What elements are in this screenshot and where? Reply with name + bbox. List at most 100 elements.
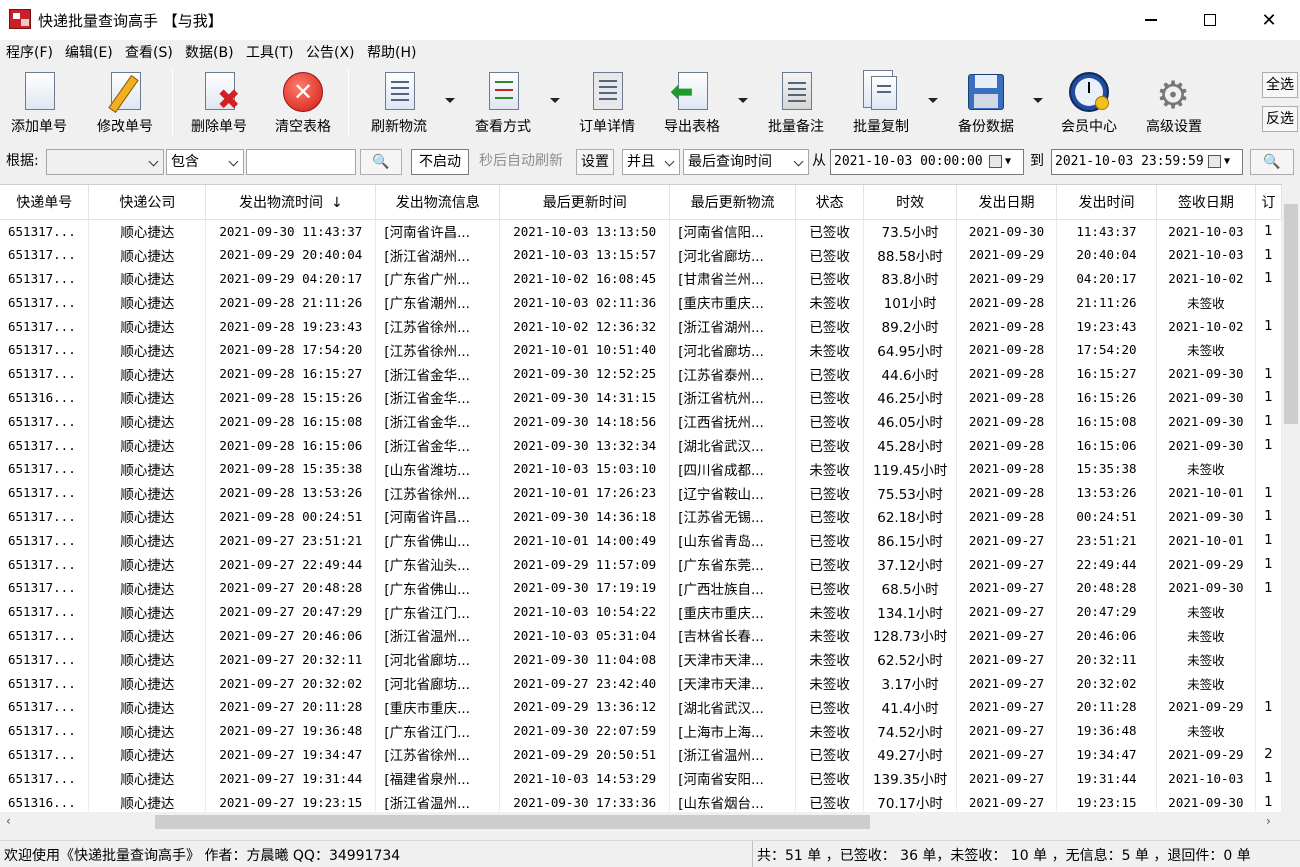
maximize-button[interactable]: [1181, 0, 1239, 40]
table-row[interactable]: 651317... 顺心捷达 2021-09-27 19:36:48 [广东省江门..…: [0, 718, 1282, 743]
table-cell: [广东省汕头...: [375, 552, 501, 576]
minimize-button[interactable]: [1122, 0, 1180, 40]
table-row[interactable]: 651317... 顺心捷达 2021-09-28 00:24:51 [河南省许昌..…: [0, 504, 1282, 529]
table-row[interactable]: 651317... 顺心捷达 2021-09-27 20:11:28 [重庆市重庆..…: [0, 694, 1282, 719]
table-row[interactable]: 651317... 顺心捷达 2021-09-27 22:49:44 [广东省汕头..…: [0, 552, 1282, 576]
table-cell: 651317...: [0, 456, 90, 481]
column-header[interactable]: 状态: [795, 185, 865, 220]
advanced-settings-button[interactable]: ⚙ 高级设置: [1138, 68, 1210, 138]
batch-copy-button[interactable]: 批量复制: [845, 68, 917, 138]
table-row[interactable]: 651317... 顺心捷达 2021-09-28 16:15:27 [浙江省金华..…: [0, 361, 1282, 386]
table-row[interactable]: 651317... 顺心捷达 2021-09-27 19:31:44 [福建省泉州..…: [0, 766, 1282, 791]
column-header[interactable]: 快递单号: [0, 185, 90, 220]
table-cell: 未签收: [1156, 671, 1256, 695]
table-cell: [浙江省金华...: [375, 433, 501, 457]
table-row[interactable]: 651317... 顺心捷达 2021-09-27 23:51:21 [广东省佛山..…: [0, 528, 1282, 553]
table-row[interactable]: 651317... 顺心捷达 2021-09-27 19:34:47 [江苏省徐州..…: [0, 742, 1282, 767]
menu-edit[interactable]: 编辑(E): [65, 42, 113, 62]
order-detail-button[interactable]: 订单详情: [572, 68, 642, 138]
view-mode-button[interactable]: 查看方式: [466, 68, 540, 138]
sort-descending-icon[interactable]: ↓: [331, 195, 343, 211]
table-row[interactable]: 651317... 顺心捷达 2021-09-29 04:20:17 [广东省广州..…: [0, 266, 1282, 291]
search-button[interactable]: 🔍: [1250, 149, 1294, 175]
keyword-input[interactable]: [246, 149, 356, 175]
table-row[interactable]: 651317... 顺心捷达 2021-09-27 20:47:29 [广东省江门..…: [0, 599, 1282, 624]
menu-tools[interactable]: 工具(T): [246, 42, 293, 62]
table-row[interactable]: 651317... 顺心捷达 2021-09-28 17:54:20 [江苏省徐州..…: [0, 337, 1282, 362]
menu-help[interactable]: 帮助(H): [367, 42, 416, 62]
export-table-button[interactable]: ⬅ 导出表格: [656, 68, 728, 138]
table-row[interactable]: 651316... 顺心捷达 2021-09-28 15:15:26 [浙江省金华..…: [0, 385, 1282, 410]
menu-notice[interactable]: 公告(X): [306, 42, 355, 62]
table-row[interactable]: 651317... 顺心捷达 2021-09-28 16:15:08 [浙江省金华..…: [0, 409, 1282, 434]
search-keyword-button[interactable]: 🔍: [360, 149, 402, 175]
column-header[interactable]: 最后更新物流: [669, 185, 797, 220]
column-header[interactable]: 发出日期: [956, 185, 1058, 220]
select-all-button[interactable]: 全选: [1262, 72, 1298, 98]
clear-table-button[interactable]: ✕ 清空表格: [268, 68, 338, 138]
settings-button[interactable]: 设置: [576, 149, 614, 175]
table-cell: [湖北省武汉...: [669, 694, 797, 719]
table-row[interactable]: 651317... 顺心捷达 2021-09-28 15:35:38 [山东省潍坊..…: [0, 456, 1282, 481]
time-field-select[interactable]: 最后查询时间: [683, 149, 809, 175]
table-cell: 2021-09-30: [1156, 575, 1256, 600]
invert-selection-button[interactable]: 反选: [1262, 106, 1298, 132]
refresh-logistics-button[interactable]: 刷新物流: [362, 68, 436, 138]
member-center-button[interactable]: 会员中心: [1054, 68, 1124, 138]
view-mode-dropdown-icon[interactable]: [550, 98, 560, 103]
auto-refresh-interval-button[interactable]: 不启动: [411, 149, 469, 175]
batch-copy-dropdown-icon[interactable]: [928, 98, 938, 103]
column-header[interactable]: 发出物流时间 ↓: [205, 185, 377, 220]
menu-view[interactable]: 查看(S): [125, 42, 173, 62]
backup-data-button[interactable]: 备份数据: [950, 68, 1022, 138]
column-header-label: 时效: [896, 194, 925, 211]
menu-data[interactable]: 数据(B): [185, 42, 234, 62]
batch-note-button[interactable]: 批量备注: [760, 68, 832, 138]
table-row[interactable]: 651317... 顺心捷达 2021-09-28 19:23:43 [江苏省徐州..…: [0, 314, 1282, 338]
edit-number-button[interactable]: 修改单号: [88, 68, 162, 138]
scroll-left-icon[interactable]: ‹: [6, 814, 11, 828]
from-date-picker[interactable]: 2021-10-03 00:00:00 ▼: [830, 149, 1024, 175]
to-date-picker[interactable]: 2021-10-03 23:59:59 ▼: [1051, 149, 1243, 175]
horizontal-scrollbar[interactable]: ‹ ›: [0, 812, 1282, 832]
table-cell: 2021-09-27: [956, 790, 1058, 812]
table-cell: 651317...: [0, 671, 90, 695]
table-cell: 2021-09-28: [956, 385, 1058, 410]
table-row[interactable]: 651317... 顺心捷达 2021-09-27 20:46:06 [浙江省温州..…: [0, 623, 1282, 648]
column-header[interactable]: 发出时间: [1056, 185, 1157, 220]
logic-select[interactable]: 并且: [622, 149, 680, 175]
table-row[interactable]: 651317... 顺心捷达 2021-09-29 20:40:04 [浙江省湖州..…: [0, 242, 1282, 267]
app-logo-icon: [9, 9, 31, 29]
export-dropdown-icon[interactable]: [738, 98, 748, 103]
vertical-scroll-thumb[interactable]: [1284, 204, 1298, 424]
column-header[interactable]: 最后更新时间: [499, 185, 671, 220]
close-button[interactable]: ✕: [1240, 0, 1298, 40]
column-header[interactable]: 订: [1255, 185, 1282, 220]
table-row[interactable]: 651317... 顺心捷达 2021-09-28 13:53:26 [江苏省徐州..…: [0, 480, 1282, 505]
column-header[interactable]: 时效: [863, 185, 958, 220]
column-header[interactable]: 签收日期: [1156, 185, 1256, 220]
horizontal-scroll-thumb[interactable]: [155, 815, 870, 829]
add-number-button[interactable]: 添加单号: [4, 68, 74, 138]
table-cell: 20:46:06: [1056, 623, 1157, 648]
vertical-scrollbar[interactable]: [1282, 184, 1300, 812]
match-mode-select[interactable]: 包含: [166, 149, 244, 175]
table-cell: 651317...: [0, 718, 90, 743]
menu-program[interactable]: 程序(F): [6, 42, 53, 62]
table-row[interactable]: 651317... 顺心捷达 2021-09-27 20:48:28 [广东省佛山..…: [0, 575, 1282, 600]
scroll-right-icon[interactable]: ›: [1266, 814, 1271, 828]
table-row[interactable]: 651317... 顺心捷达 2021-09-28 16:15:06 [浙江省金华..…: [0, 433, 1282, 457]
backup-dropdown-icon[interactable]: [1033, 98, 1043, 103]
table-row[interactable]: 651316... 顺心捷达 2021-09-27 19:23:15 [浙江省温州..…: [0, 790, 1282, 812]
table-cell: 2021-09-28 15:35:38: [205, 456, 377, 481]
table-row[interactable]: 651317... 顺心捷达 2021-09-28 21:11:26 [广东省潮州..…: [0, 290, 1282, 315]
delete-number-button[interactable]: ✖ 删除单号: [184, 68, 254, 138]
chevron-down-icon: [793, 156, 804, 167]
refresh-dropdown-icon[interactable]: [445, 98, 455, 103]
column-header[interactable]: 发出物流信息: [375, 185, 501, 220]
table-row[interactable]: 651317... 顺心捷达 2021-09-30 11:43:37 [河南省许昌..…: [0, 219, 1282, 243]
table-row[interactable]: 651317... 顺心捷达 2021-09-27 20:32:11 [河北省廊坊..…: [0, 647, 1282, 672]
filter-field-select[interactable]: [46, 149, 164, 175]
table-row[interactable]: 651317... 顺心捷达 2021-09-27 20:32:02 [河北省廊坊..…: [0, 671, 1282, 695]
column-header[interactable]: 快递公司: [88, 185, 207, 220]
